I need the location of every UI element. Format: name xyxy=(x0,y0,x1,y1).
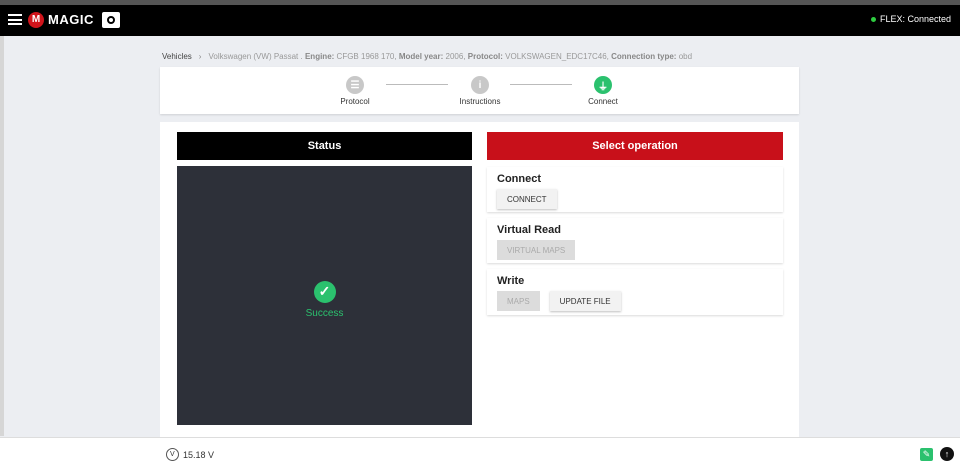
breadcrumb-year-value: 2006, xyxy=(445,52,466,61)
write-title: Write xyxy=(497,275,525,287)
step-label: Connect xyxy=(588,97,618,106)
maps-button[interactable]: MAPS xyxy=(497,291,540,311)
logo-text: MAGIC xyxy=(48,12,94,27)
breadcrumb-conn-type-label: Connection type: xyxy=(611,52,677,61)
breadcrumb-protocol-label: Protocol: xyxy=(467,52,503,61)
info-icon: i xyxy=(471,76,489,94)
plug-icon: ⏚ xyxy=(594,76,612,94)
voltage-icon: V xyxy=(163,445,182,464)
list-icon: ☰ xyxy=(346,76,364,94)
select-operation-header: Select operation xyxy=(487,132,783,160)
connection-status-label: FLEX: Connected xyxy=(879,14,951,24)
status-dot-icon xyxy=(870,16,876,22)
camera-icon[interactable] xyxy=(101,11,120,28)
footer-bar: V 15.18 V ✎ ↑ xyxy=(0,437,960,471)
virtual-read-title: Virtual Read xyxy=(497,224,561,236)
step-label: Protocol xyxy=(340,97,370,106)
chevron-right-icon: › xyxy=(198,52,202,61)
connection-status: FLEX: Connected xyxy=(870,14,951,24)
connect-card: Connect CONNECT xyxy=(487,167,783,212)
logo-mark: M xyxy=(28,11,44,28)
breadcrumb-conn-type-value: obd xyxy=(678,52,693,61)
breadcrumb-year-label: Model year: xyxy=(398,52,444,61)
virtual-read-card: Virtual Read VIRTUAL MAPS xyxy=(487,218,783,263)
breadcrumb-protocol-value: VOLKSWAGEN_EDC17C46, xyxy=(505,52,609,61)
stepper: ☰ Protocol i Instructions ⏚ Connect xyxy=(160,67,799,114)
step-connector xyxy=(386,84,448,85)
status-box: ✓ Success xyxy=(177,166,472,425)
left-edge xyxy=(0,36,4,436)
breadcrumb-engine-value: CFGB 1968 170, xyxy=(336,52,397,61)
status-result: Success xyxy=(305,307,344,319)
connect-button[interactable]: CONNECT xyxy=(497,189,557,209)
step-label: Instructions xyxy=(459,97,501,106)
voltage-icon-letter: V xyxy=(170,450,175,458)
voltage-readout: V 15.18 V xyxy=(163,445,215,464)
step-protocol[interactable]: ☰ Protocol xyxy=(315,76,395,106)
write-card: Write MAPS UPDATE FILE xyxy=(487,269,783,315)
step-instructions[interactable]: i Instructions xyxy=(440,76,520,106)
breadcrumb-vehicle: Volkswagen (VW) Passat . xyxy=(208,52,303,61)
magic-logo[interactable]: M MAGIC xyxy=(28,11,94,28)
top-bar: M MAGIC FLEX: Connected xyxy=(0,0,960,36)
step-connect[interactable]: ⏚ Connect xyxy=(563,76,643,106)
edit-icon[interactable]: ✎ xyxy=(920,448,933,461)
breadcrumb-engine-label: Engine: xyxy=(304,52,335,61)
breadcrumb-vehicles[interactable]: Vehicles xyxy=(162,52,192,61)
virtual-maps-button[interactable]: VIRTUAL MAPS xyxy=(497,240,576,260)
upload-icon[interactable]: ↑ xyxy=(940,447,954,461)
hamburger-menu-icon[interactable] xyxy=(8,14,22,25)
voltage-value: 15.18 V xyxy=(183,449,215,460)
check-circle-icon: ✓ xyxy=(313,280,336,303)
update-file-button[interactable]: UPDATE FILE xyxy=(549,291,621,311)
status-header: Status xyxy=(177,132,472,160)
connect-title: Connect xyxy=(497,173,541,185)
main-panel: Status ✓ Success Select operation Connec… xyxy=(160,122,799,437)
breadcrumb: Vehicles › Volkswagen (VW) Passat . Engine… xyxy=(162,52,692,61)
